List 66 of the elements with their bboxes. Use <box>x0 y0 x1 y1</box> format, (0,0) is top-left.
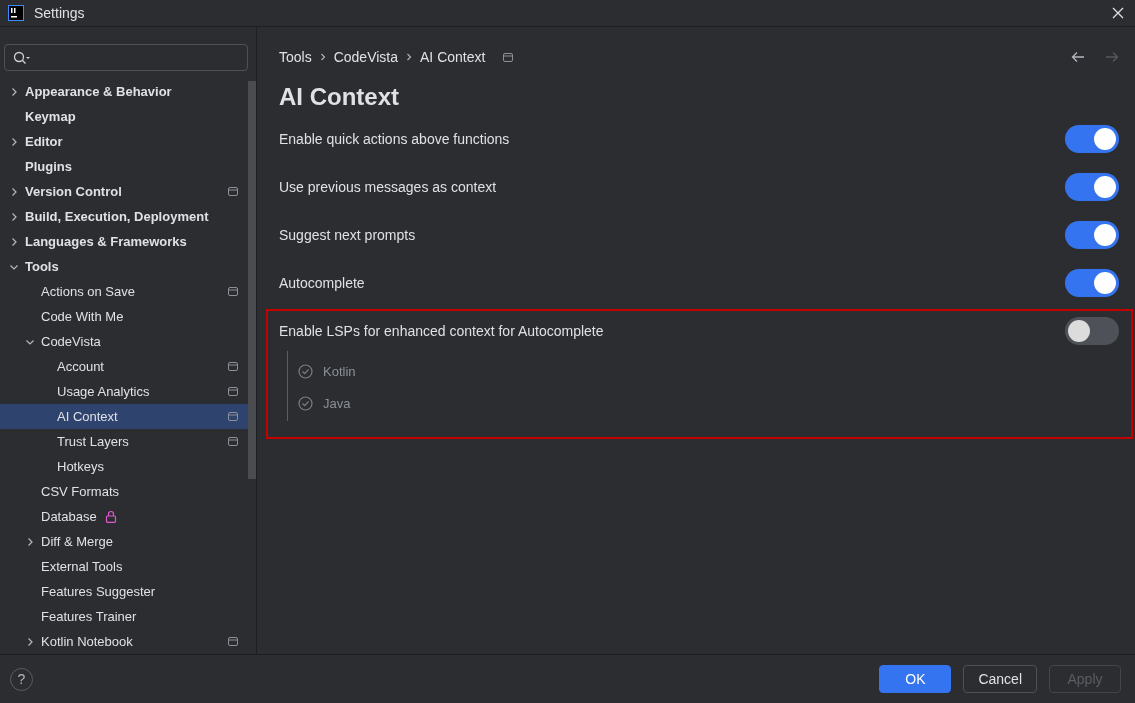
dialog-button[interactable]: Cancel <box>963 665 1037 693</box>
tree-item[interactable]: Trust Layers <box>0 429 248 454</box>
close-icon[interactable] <box>1112 7 1124 19</box>
breadcrumb-item[interactable]: Tools <box>279 49 312 65</box>
breadcrumb-item[interactable]: AI Context <box>420 49 486 65</box>
tree-item[interactable]: Languages & Frameworks <box>0 229 248 254</box>
lock-icon <box>104 510 117 523</box>
tree-item[interactable]: Usage Analytics <box>0 379 248 404</box>
chevron-right-icon <box>25 536 35 547</box>
chevron-right-icon <box>9 236 19 247</box>
breadcrumb-item[interactable]: CodeVista <box>333 49 399 65</box>
tree-item[interactable]: Plugins <box>0 154 248 179</box>
chevron-right-icon <box>406 53 413 61</box>
window-icon <box>228 362 238 371</box>
tree-item[interactable]: Actions on Save <box>0 279 248 304</box>
tree-item[interactable]: Code With Me <box>0 304 248 329</box>
window-icon <box>228 412 238 421</box>
tree-item[interactable]: Account <box>0 354 248 379</box>
tree-item[interactable]: AI Context <box>0 404 248 429</box>
search-icon <box>13 50 31 65</box>
tree-item[interactable]: CSV Formats <box>0 479 248 504</box>
setting-label: Autocomplete <box>279 275 365 291</box>
tree-item[interactable]: Tools <box>0 254 248 279</box>
toggle-switch[interactable] <box>1065 269 1119 297</box>
tree-item[interactable]: Features Suggester <box>0 579 248 604</box>
search-field[interactable] <box>4 44 248 71</box>
tree-item[interactable]: External Tools <box>0 554 248 579</box>
window-icon <box>228 437 238 446</box>
window-icon <box>503 52 514 62</box>
toggle-switch[interactable] <box>1065 173 1119 201</box>
tree-item[interactable]: Features Trainer <box>0 604 248 629</box>
window-icon <box>228 287 238 296</box>
option-label: Java <box>323 395 351 411</box>
chevron-right-icon <box>25 636 35 647</box>
option-label: Kotlin <box>323 363 356 379</box>
setting-label: Enable quick actions above functions <box>279 131 510 147</box>
chevron-right-icon <box>9 211 19 222</box>
toggle-switch[interactable] <box>1065 125 1119 153</box>
back-arrow-icon[interactable] <box>1071 51 1085 63</box>
tree-item[interactable]: Version Control <box>0 179 248 204</box>
toggle-switch[interactable] <box>1065 221 1119 249</box>
app-logo-icon <box>8 5 24 21</box>
tree-item[interactable]: Hotkeys <box>0 454 248 479</box>
dialog-button[interactable]: OK <box>879 665 952 693</box>
tree-item[interactable]: CodeVista <box>0 329 248 354</box>
setting-label: Suggest next prompts <box>279 227 416 243</box>
scrollbar-thumb[interactable] <box>248 81 256 479</box>
setting-label: Use previous messages as context <box>279 179 497 195</box>
tree-item[interactable]: Kotlin Notebook <box>0 629 248 654</box>
window-icon <box>228 387 238 396</box>
tree-item[interactable]: Appearance & Behavior <box>0 79 248 104</box>
window-title: Settings <box>34 5 86 21</box>
chevron-right-icon <box>9 136 19 147</box>
tree-item[interactable]: Database <box>0 504 248 529</box>
chevron-right-icon <box>9 86 19 97</box>
tree-item[interactable]: Diff & Merge <box>0 529 248 554</box>
window-icon <box>228 637 238 646</box>
tree-item[interactable]: Keymap <box>0 104 248 129</box>
page-title: AI Context <box>279 83 400 112</box>
tree-item[interactable]: Editor <box>0 129 248 154</box>
chevron-right-icon <box>319 53 326 61</box>
tree-item[interactable]: Build, Execution, Deployment <box>0 204 248 229</box>
window-icon <box>228 187 238 196</box>
toggle-switch[interactable] <box>1065 317 1119 345</box>
setting-label: Enable LSPs for enhanced context for Autocomplete <box>279 323 604 339</box>
chevron-right-icon <box>9 186 19 197</box>
